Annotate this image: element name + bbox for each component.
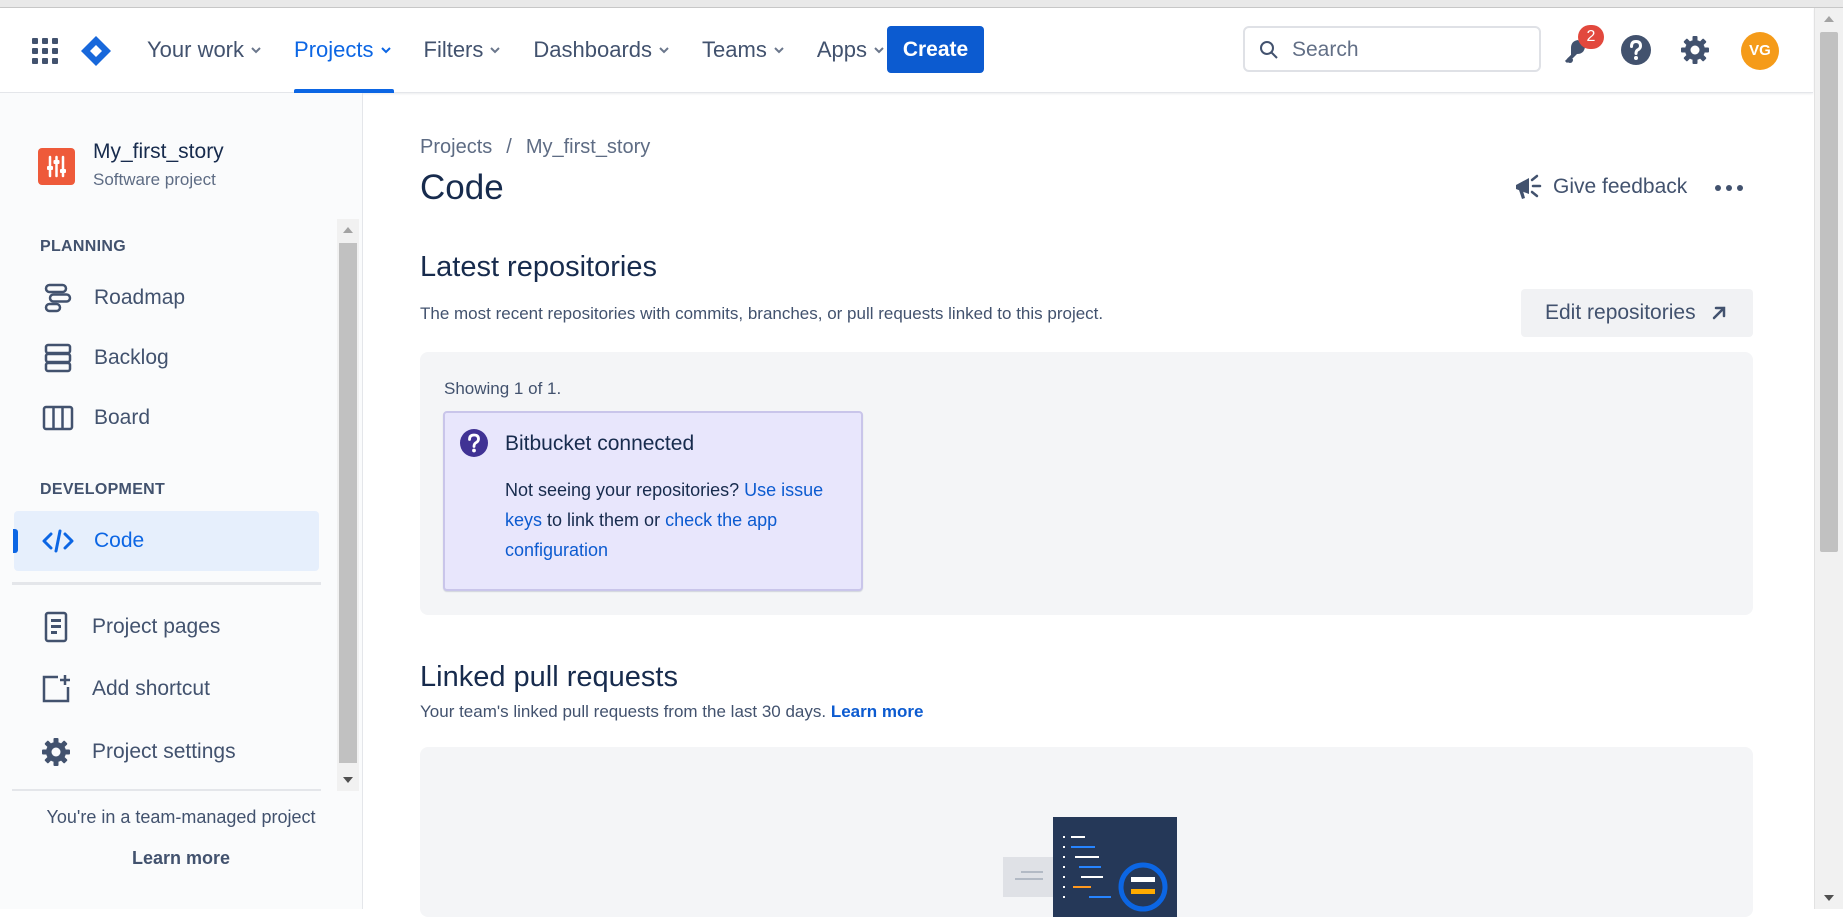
scrollbar-thumb[interactable] — [1820, 32, 1838, 552]
user-avatar[interactable]: VG — [1741, 32, 1779, 70]
roadmap-icon — [44, 283, 72, 313]
chevron-down-icon — [490, 47, 501, 54]
sidebar-learn-more-link[interactable]: Learn more — [0, 848, 362, 869]
project-type: Software project — [93, 170, 216, 189]
sidebar-link-label: Project pages — [92, 615, 221, 638]
linked-pull-requests-heading: Linked pull requests — [420, 661, 678, 693]
add-shortcut-icon — [42, 675, 70, 703]
sidebar-scroll-up-arrow[interactable] — [343, 227, 353, 233]
bitbucket-card-title: Bitbucket connected — [505, 432, 695, 455]
sidebar-item-roadmap[interactable]: Roadmap — [14, 268, 319, 328]
chevron-down-icon — [774, 47, 784, 54]
breadcrumb: Projects / My_first_story — [420, 136, 650, 159]
sidebar-link-label: Project settings — [92, 740, 236, 763]
give-feedback-button[interactable]: Give feedback — [1513, 172, 1687, 202]
nav-teams-label: Teams — [702, 37, 767, 62]
sidebar-item-code[interactable]: Code — [13, 511, 319, 571]
sidebar-item-label: Code — [94, 529, 145, 552]
megaphone-icon — [1516, 174, 1542, 199]
jira-logo-icon[interactable] — [80, 35, 112, 67]
sidebar-scroll-thumb[interactable] — [339, 243, 357, 763]
repositories-panel: Showing 1 of 1. Bitbucket connected Not … — [420, 352, 1753, 615]
nav-projects-label: Projects — [294, 37, 374, 62]
nav-filters-label: Filters — [423, 37, 484, 62]
search-box[interactable] — [1243, 26, 1541, 72]
sidebar-scroll-down-arrow[interactable] — [343, 777, 353, 783]
chevron-down-icon — [659, 47, 669, 54]
latest-repositories-heading: Latest repositories — [420, 251, 657, 283]
create-button[interactable]: Create — [887, 26, 984, 73]
sidebar-item-board[interactable]: Board — [14, 388, 319, 448]
bitbucket-connected-card: Bitbucket connected Not seeing your repo… — [443, 411, 863, 591]
nav-dashboards[interactable]: Dashboards — [517, 8, 686, 92]
sidebar-divider — [12, 789, 321, 791]
edit-repositories-label: Edit repositories — [1545, 301, 1696, 324]
sidebar-link-add-shortcut[interactable]: Add shortcut — [12, 660, 321, 718]
nav-teams[interactable]: Teams — [686, 8, 801, 92]
pull-requests-panel — [420, 747, 1753, 917]
question-circle-icon — [460, 429, 488, 457]
chevron-down-icon — [380, 47, 391, 54]
project-sidebar: My_first_story Software project PLANNING… — [0, 93, 363, 909]
external-link-icon — [1712, 306, 1725, 320]
backlog-icon — [44, 343, 72, 373]
app-switcher-icon[interactable] — [32, 38, 58, 64]
give-feedback-label: Give feedback — [1553, 175, 1688, 198]
browser-top-edge — [0, 0, 1843, 8]
linked-pull-requests-learn-more-link[interactable]: Learn more — [831, 702, 924, 721]
project-avatar-icon — [47, 155, 66, 178]
page-scrollbar[interactable] — [1814, 8, 1843, 909]
sidebar-scrollbar[interactable] — [337, 219, 359, 791]
search-icon — [1260, 41, 1278, 59]
breadcrumb-projects[interactable]: Projects — [420, 136, 492, 158]
top-navigation-bar: Your work Projects Filters Dashboards Te… — [0, 8, 1813, 93]
nav-dashboards-label: Dashboards — [533, 37, 653, 62]
sidebar-divider — [12, 582, 321, 585]
linked-pull-requests-description: Your team's linked pull requests from th… — [420, 702, 923, 722]
chevron-down-icon — [251, 47, 261, 54]
edit-repositories-button[interactable]: Edit repositories — [1521, 289, 1753, 337]
development-section-label: DEVELOPMENT — [40, 481, 166, 498]
breadcrumb-separator: / — [506, 136, 512, 158]
project-name[interactable]: My_first_story — [93, 140, 224, 164]
help-icon[interactable] — [1620, 34, 1652, 66]
code-icon — [42, 529, 74, 553]
sidebar-item-label: Backlog — [94, 346, 169, 369]
project-pages-icon — [44, 611, 68, 643]
breadcrumb-project[interactable]: My_first_story — [526, 136, 650, 158]
sidebar-item-label: Roadmap — [94, 286, 186, 309]
board-icon — [42, 405, 74, 431]
nav-apps[interactable]: Apps — [801, 8, 901, 92]
nav-filters[interactable]: Filters — [408, 8, 518, 92]
sidebar-link-project-settings[interactable]: Project settings — [12, 723, 321, 781]
search-input[interactable] — [1290, 34, 1534, 66]
settings-gear-icon[interactable] — [1679, 34, 1711, 66]
scroll-down-arrow[interactable] — [1824, 895, 1834, 901]
sidebar-link-project-pages[interactable]: Project pages — [12, 598, 321, 656]
primary-nav: Your work Projects Filters Dashboards Te… — [131, 8, 901, 93]
latest-repositories-description: The most recent repositories with commit… — [420, 304, 1104, 323]
bitbucket-card-text: to link them or — [542, 510, 666, 530]
nav-apps-label: Apps — [816, 37, 867, 62]
chevron-down-icon — [874, 47, 884, 54]
sidebar-item-backlog[interactable]: Backlog — [14, 328, 319, 388]
bitbucket-card-text: Not seeing your repositories? — [505, 480, 745, 500]
empty-state-illustration — [1003, 817, 1177, 917]
team-managed-note: You're in a team-managed project — [46, 807, 316, 827]
settings-icon — [42, 738, 70, 766]
showing-count: Showing 1 of 1. — [444, 379, 562, 398]
nav-your-work[interactable]: Your work — [131, 8, 278, 92]
scroll-up-arrow[interactable] — [1824, 16, 1834, 22]
page-title: Code — [420, 168, 504, 207]
planning-section-label: PLANNING — [40, 238, 126, 255]
project-avatar[interactable] — [38, 148, 75, 185]
sidebar-item-label: Board — [94, 406, 151, 429]
nav-projects[interactable]: Projects — [278, 8, 407, 93]
notification-count-badge: 2 — [1578, 25, 1604, 49]
bitbucket-card-body: Not seeing your repositories? Use issue … — [505, 475, 845, 565]
linked-pull-requests-text: Your team's linked pull requests from th… — [420, 702, 827, 721]
sidebar-link-label: Add shortcut — [92, 677, 210, 700]
nav-your-work-label: Your work — [147, 37, 245, 62]
more-actions-icon[interactable] — [1712, 178, 1746, 198]
